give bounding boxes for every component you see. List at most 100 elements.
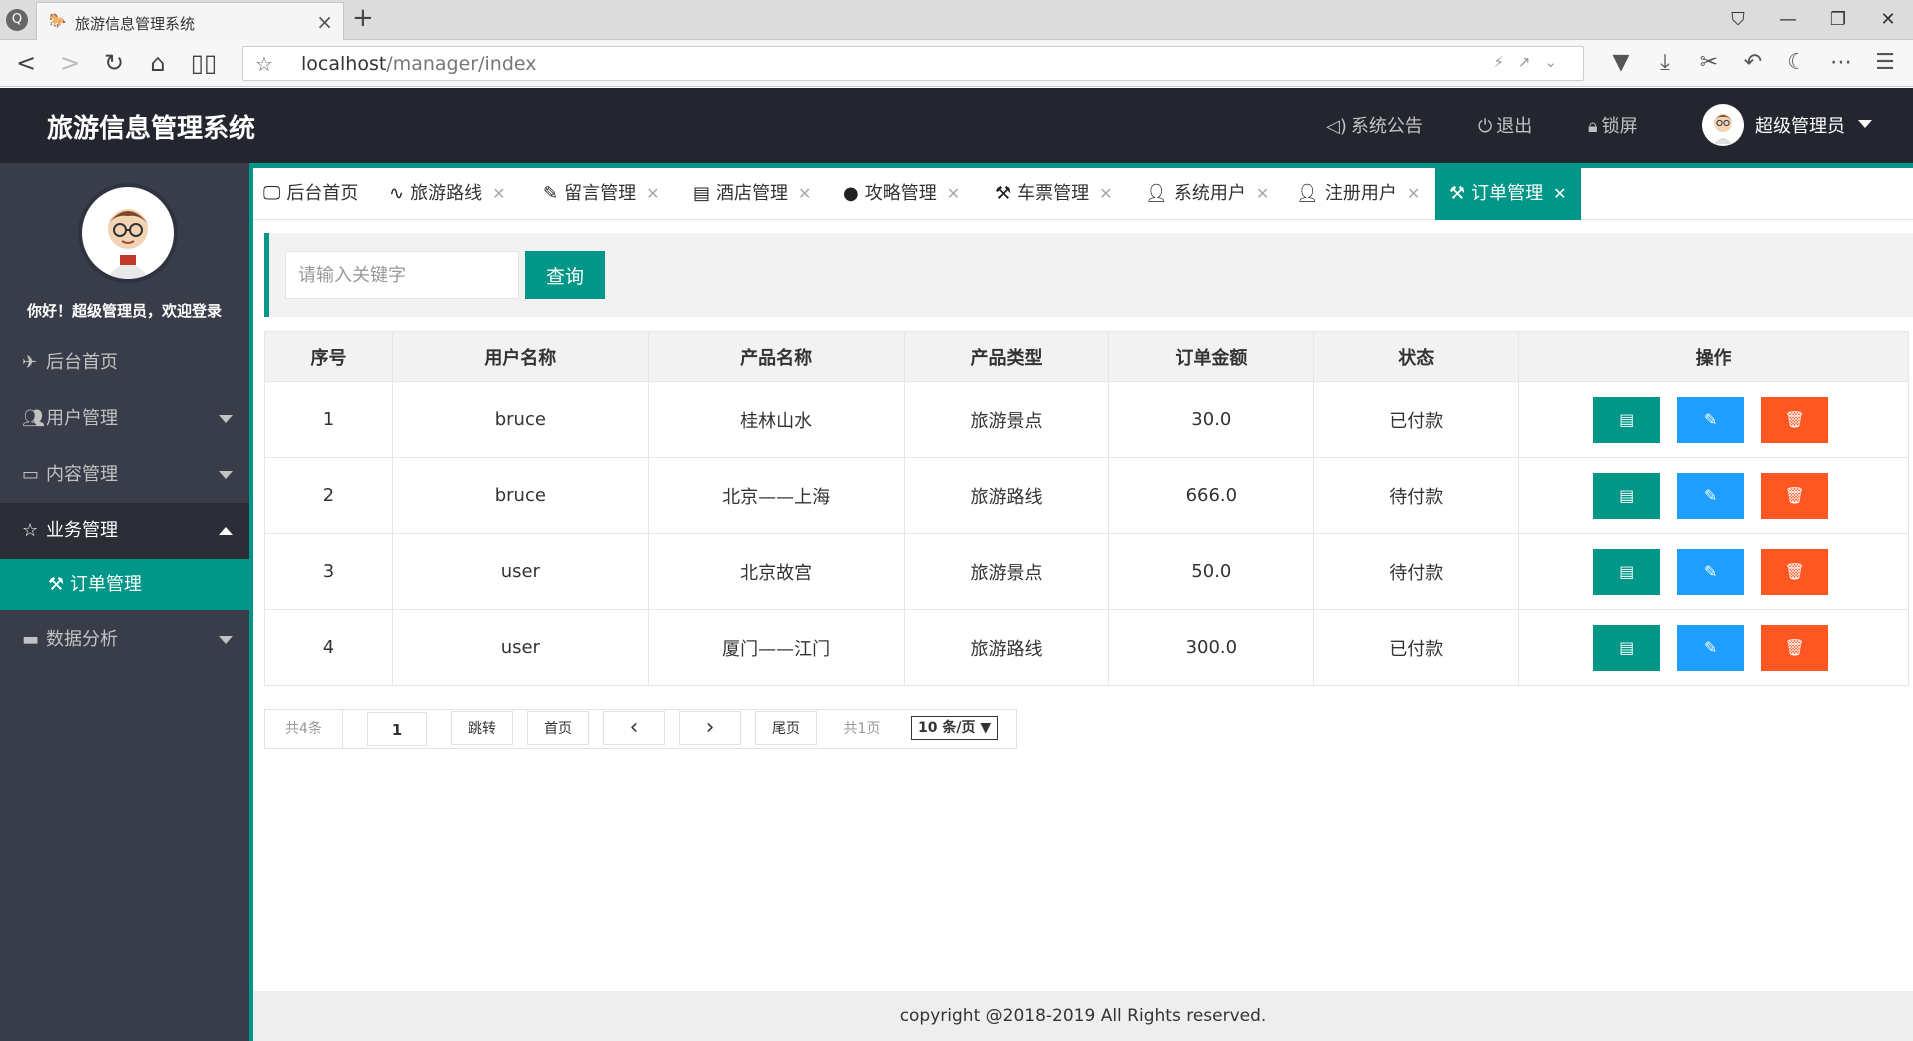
- logout-link[interactable]: ⏻ 退出: [1478, 112, 1532, 138]
- cell-status: 待付款: [1313, 533, 1520, 610]
- view-button[interactable]: ▤: [1593, 396, 1661, 443]
- menu-icon[interactable]: ☰: [1863, 48, 1907, 78]
- tab-orders[interactable]: ⚒ 订单管理 ✕: [1435, 168, 1581, 220]
- cell-amount: 50.0: [1108, 533, 1315, 610]
- chevron-right-icon[interactable]: ›: [679, 711, 741, 745]
- close-icon[interactable]: ✕: [1407, 184, 1420, 203]
- favicon-icon: 🐎: [49, 13, 67, 29]
- caret-down-icon[interactable]: [1858, 120, 1872, 128]
- chevron-left-icon[interactable]: ‹: [603, 711, 665, 745]
- delete-button[interactable]: 🗑︎: [1761, 396, 1829, 443]
- tab-routes[interactable]: ∿ 旅游路线 ✕: [389, 168, 506, 220]
- pager-gap: [817, 710, 831, 748]
- close-icon[interactable]: ✕: [798, 184, 811, 203]
- cell-product: 厦门——江门: [647, 609, 905, 686]
- search-button[interactable]: 查询: [525, 251, 605, 299]
- reload-icon[interactable]: ↻: [98, 48, 130, 78]
- toolbar-right: ▼ ⤓ ✂ ↶ ☾ ⋯ ☰: [1599, 48, 1907, 78]
- close-window-icon[interactable]: ✕: [1863, 0, 1913, 40]
- bookmark-star-icon[interactable]: ☆: [255, 52, 273, 76]
- close-icon[interactable]: ✕: [1099, 184, 1112, 203]
- new-tab-icon[interactable]: +: [352, 3, 374, 33]
- sidebar-item-orders[interactable]: ⚒ 订单管理: [0, 559, 249, 610]
- shield-icon[interactable]: ▼: [1599, 48, 1643, 78]
- close-icon[interactable]: ✕: [947, 184, 960, 203]
- home-icon[interactable]: ⌂: [142, 48, 174, 78]
- edit-button[interactable]: ✎: [1677, 472, 1745, 519]
- tab-hotels[interactable]: ▤ 酒店管理 ✕: [693, 168, 811, 220]
- cell-actions: ▤ ✎ 🗑︎: [1518, 609, 1909, 686]
- browser-tab[interactable]: 🐎 旅游信息管理系统 ×: [36, 2, 344, 40]
- forward-icon[interactable]: >: [54, 48, 86, 78]
- user-icon: 👤︎: [1296, 183, 1319, 204]
- user-icon: 👤︎: [1145, 183, 1168, 204]
- tab-system-users[interactable]: 👤︎ 系统用户 ✕: [1145, 168, 1269, 220]
- sidebar-item-users[interactable]: 👥︎用户管理: [0, 391, 249, 447]
- tab-tickets[interactable]: ⚒ 车票管理 ✕: [995, 168, 1113, 220]
- cell-username: bruce: [391, 457, 649, 534]
- back-icon[interactable]: <: [10, 48, 42, 78]
- pager-last-button[interactable]: 尾页: [755, 711, 817, 745]
- page-number-input[interactable]: 1: [367, 712, 427, 746]
- edit-button[interactable]: ✎: [1677, 548, 1745, 595]
- edit-button[interactable]: ✎: [1677, 624, 1745, 671]
- delete-button[interactable]: 🗑︎: [1761, 472, 1829, 519]
- pager-total: 共4条: [265, 710, 343, 748]
- minimize-icon[interactable]: —: [1763, 0, 1813, 40]
- address-bar[interactable]: ☆ localhost/manager/index ⚡↗⌄: [242, 46, 1584, 81]
- search-input[interactable]: [285, 251, 519, 299]
- pager-jump-button[interactable]: 跳转: [451, 711, 513, 745]
- avatar[interactable]: [1702, 104, 1744, 146]
- send-icon: ✈︎: [22, 352, 38, 373]
- close-icon[interactable]: ✕: [492, 184, 505, 203]
- tab-guides[interactable]: ● 攻略管理 ✕: [843, 168, 960, 220]
- col-header-product: 产品名称: [647, 331, 905, 382]
- per-page-select[interactable]: 10 条/页 ▼: [911, 716, 999, 740]
- close-icon[interactable]: ✕: [1553, 184, 1566, 203]
- pager-first-button[interactable]: 首页: [527, 711, 589, 745]
- sidebar-item-home[interactable]: ✈︎ 后台首页: [0, 335, 249, 391]
- restore-icon[interactable]: ❐: [1813, 0, 1863, 40]
- close-icon[interactable]: ✕: [646, 184, 659, 203]
- pencil-icon: ✎: [543, 183, 559, 204]
- delete-button[interactable]: 🗑︎: [1761, 548, 1829, 595]
- cell-status: 已付款: [1313, 381, 1520, 458]
- undo-icon[interactable]: ↶: [1731, 48, 1775, 78]
- delete-button[interactable]: 🗑︎: [1761, 624, 1829, 671]
- trash-icon: 🗑︎: [1784, 561, 1805, 581]
- night-mode-icon[interactable]: ☾: [1775, 48, 1819, 78]
- speaker-icon: ◁): [1326, 116, 1347, 137]
- scissors-icon[interactable]: ✂: [1687, 48, 1731, 78]
- tab-messages[interactable]: ✎ 留言管理 ✕: [543, 168, 660, 220]
- close-icon[interactable]: ×: [316, 10, 333, 34]
- cell-type: 旅游路线: [903, 609, 1110, 686]
- table-row: 4 user 厦门——江门 旅游路线 300.0 已付款 ▤ ✎ 🗑︎: [264, 609, 1909, 686]
- view-button[interactable]: ▤: [1593, 624, 1661, 671]
- cell-type: 旅游路线: [903, 457, 1110, 534]
- cell-index: 4: [264, 609, 393, 686]
- tab-registered-users[interactable]: 👤︎ 注册用户 ✕: [1296, 168, 1420, 220]
- close-icon[interactable]: ✕: [1256, 184, 1269, 203]
- sidebar-item-analytics[interactable]: ▬ 数据分析: [0, 612, 249, 668]
- sidebar-item-business[interactable]: ☆ 业务管理: [0, 503, 249, 559]
- tab-home[interactable]: 🖵︎ 后台首页: [263, 168, 358, 220]
- view-button[interactable]: ▤: [1593, 472, 1661, 519]
- pagination: 共4条 1 跳转 首页 ‹ › 尾页 共1页 10 条/页 ▼: [264, 709, 1018, 749]
- col-header-index: 序号: [264, 331, 393, 382]
- sidebar-item-content[interactable]: ▭ 内容管理: [0, 447, 249, 503]
- lock-link[interactable]: 🔒︎ 锁屏: [1588, 112, 1638, 138]
- main-content: 查询 序号 用户名称 产品名称 产品类型 订单金额 状态 操作 1 bruce …: [253, 221, 1913, 991]
- edit-button[interactable]: ✎: [1677, 396, 1745, 443]
- reader-icon[interactable]: ▯▯: [188, 48, 220, 78]
- download-icon[interactable]: ⤓: [1643, 48, 1687, 78]
- address-actions-icon[interactable]: ⚡↗⌄: [1493, 53, 1571, 71]
- announce-link[interactable]: ◁) 系统公告: [1326, 112, 1423, 138]
- search-panel: 查询: [264, 233, 1913, 317]
- browser-tab-title: 旅游信息管理系统: [75, 15, 196, 33]
- pager-spacer: [343, 710, 367, 748]
- view-button[interactable]: ▤: [1593, 548, 1661, 595]
- more-icon[interactable]: ⋯: [1819, 48, 1863, 78]
- col-header-status: 状态: [1313, 331, 1520, 382]
- shirt-icon[interactable]: ⛉: [1713, 0, 1763, 40]
- user-menu[interactable]: 超级管理员: [1755, 112, 1845, 138]
